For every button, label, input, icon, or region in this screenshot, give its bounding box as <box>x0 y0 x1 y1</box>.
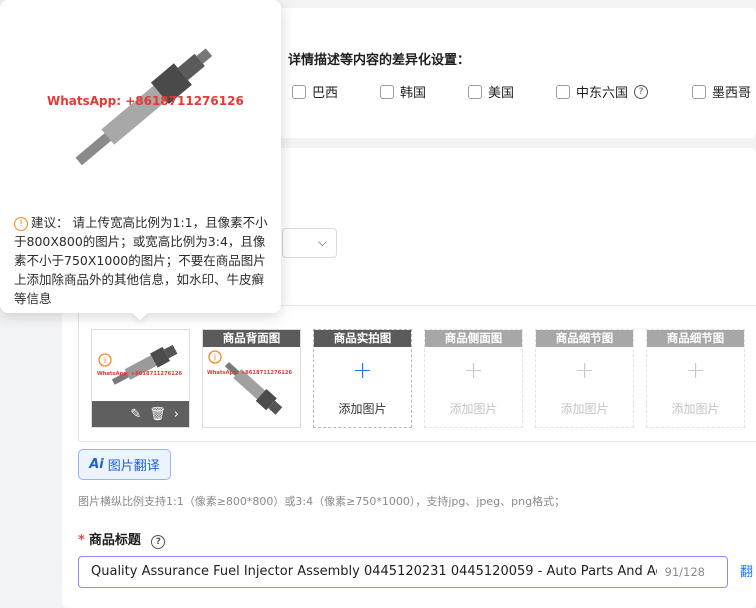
country-option-brazil[interactable]: 巴西 <box>292 82 338 101</box>
svg-text:i: i <box>104 357 107 367</box>
country-label: 巴西 <box>312 86 339 101</box>
image-slot-detail: 商品细节图 + 添加图片 <box>646 329 745 428</box>
image-tip-popover: WhatsApp: +8618711276126 ! 建议： 请上传宽高比例为1:… <box>0 0 281 313</box>
svg-text:i: i <box>214 354 217 364</box>
checkbox[interactable] <box>292 84 306 99</box>
image-format-hint: 图片横纵比例支持1:1（像素≥800*800）或3:4（像素≥750*1000）… <box>78 495 566 508</box>
plus-icon: + <box>352 356 373 384</box>
checkbox[interactable] <box>692 84 706 99</box>
slot-label: 商品细节图 <box>536 330 633 347</box>
injector-thumbnail: i WhatsApp: +8618711276126 <box>92 330 189 401</box>
country-option-korea[interactable]: 韩国 <box>380 82 426 101</box>
product-title-label: * 商品标题 ? <box>78 529 166 549</box>
tip-text: ! 建议： 请上传宽高比例为1:1，且像素不小于800X800的图片；或宽高比例为… <box>14 213 272 308</box>
checkbox[interactable] <box>556 84 570 99</box>
slot-label: 商品侧面图 <box>425 330 522 347</box>
translate-label: 图片翻译 <box>107 459 160 474</box>
tip-prefix: 建议： <box>31 215 69 230</box>
help-icon[interactable]: ? <box>634 84 649 99</box>
slot-label: 商品实拍图 <box>314 330 411 347</box>
add-image-text: 添加图片 <box>671 402 720 416</box>
image-slot-side: 商品侧面图 + 添加图片 <box>424 329 523 428</box>
localization-title: 详情描述等内容的差异化设置： <box>288 53 471 68</box>
country-label: 中东六国 <box>576 86 629 101</box>
translate-link[interactable]: 翻 <box>740 561 753 580</box>
slot-label: 商品细节图 <box>647 330 744 347</box>
chevron-down-icon: ⌵ <box>317 235 327 249</box>
product-title-input[interactable]: Quality Assurance Fuel Injector Assembly… <box>78 556 728 588</box>
dropdown-select[interactable]: ⌵ <box>282 228 337 258</box>
add-image-text: 添加图片 <box>560 402 609 416</box>
plus-icon: + <box>685 356 706 384</box>
slot-label: 商品背面图 <box>203 330 300 347</box>
country-option-usa[interactable]: 美国 <box>468 82 514 101</box>
add-image-text: 添加图片 <box>338 402 387 416</box>
ai-icon: Ai <box>89 457 104 472</box>
watermark-text: WhatsApp: +8618711276126 <box>207 370 292 376</box>
checkbox[interactable] <box>468 84 482 99</box>
country-label: 韩国 <box>400 86 427 101</box>
edit-icon[interactable]: ✎ <box>130 407 141 422</box>
char-counter: 91/128 <box>664 565 705 579</box>
country-option-mexico[interactable]: 墨西哥 <box>692 82 751 101</box>
country-option-middle-east[interactable]: 中东六国 ? <box>556 82 649 101</box>
required-mark: * <box>78 533 85 548</box>
country-label: 美国 <box>488 86 515 101</box>
plus-icon: + <box>463 356 484 384</box>
watermark-text: WhatsApp: +8618711276126 <box>47 94 244 108</box>
country-label: 墨西哥 <box>712 86 752 101</box>
image-translate-button[interactable]: Ai 图片翻译 <box>78 449 171 480</box>
label-text: 商品标题 <box>88 533 141 548</box>
add-image-text: 添加图片 <box>449 402 498 416</box>
info-icon: ! <box>14 217 28 231</box>
injector-preview: WhatsApp: +8618711276126 <box>20 10 260 200</box>
delete-icon[interactable]: 🗑 <box>149 407 166 422</box>
help-icon[interactable]: ? <box>151 535 166 549</box>
input-value: Quality Assurance Fuel Injector Assembly… <box>91 564 657 579</box>
image-slot-actual[interactable]: 商品实拍图 + 添加图片 <box>313 329 412 428</box>
watermark-text: WhatsApp: +8618711276126 <box>97 371 182 377</box>
chevron-right-icon[interactable]: › <box>174 407 179 422</box>
image-slot-back[interactable]: 商品背面图 i WhatsApp: +8618711276126 <box>202 329 301 428</box>
plus-icon: + <box>574 356 595 384</box>
checkbox[interactable] <box>380 84 394 99</box>
image-slot-main[interactable]: i WhatsApp: +8618711276126 ✎ 🗑 › <box>91 329 190 428</box>
image-slot-detail: 商品细节图 + 添加图片 <box>535 329 634 428</box>
image-toolbar: ✎ 🗑 › <box>92 401 189 427</box>
injector-thumbnail: i WhatsApp: +8618711276126 <box>203 347 300 427</box>
